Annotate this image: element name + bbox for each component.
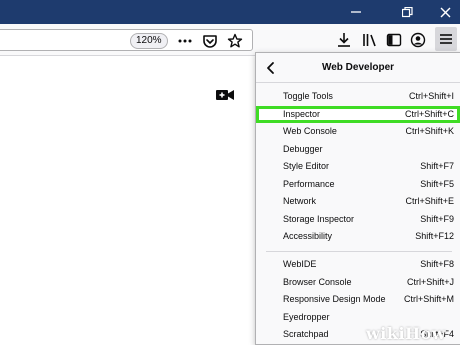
menu-item-label: Inspector bbox=[283, 108, 321, 119]
menu-item-label: Style Editor bbox=[283, 161, 330, 171]
menu-item-label: Network bbox=[283, 196, 317, 206]
menu-header: Web Developer bbox=[256, 53, 460, 83]
menu-item-storage-inspector[interactable]: Storage Inspector Shift+F9 bbox=[256, 211, 460, 229]
menu-item-shortcut: Ctrl+Shift+K bbox=[405, 126, 454, 136]
library-icon[interactable] bbox=[362, 32, 378, 48]
menu-item-webide[interactable]: WebIDE Shift+F8 bbox=[256, 256, 460, 274]
menu-item-web-console[interactable]: Web Console Ctrl+Shift+K bbox=[256, 123, 460, 141]
zoom-level-badge[interactable]: 120% bbox=[130, 33, 168, 49]
menu-item-inspector[interactable]: Inspector Ctrl+Shift+C bbox=[256, 105, 460, 123]
wikihow-watermark: wikiHow bbox=[366, 324, 447, 343]
menu-item-style-editor[interactable]: Style Editor Shift+F7 bbox=[256, 158, 460, 176]
menu-item-shortcut: Shift+F12 bbox=[415, 231, 454, 241]
menu-item-performance[interactable]: Performance Shift+F5 bbox=[256, 176, 460, 194]
hamburger-menu-icon bbox=[438, 31, 454, 47]
menu-item-label: Accessibility bbox=[283, 231, 333, 241]
menu-item-shortcut: Ctrl+Shift+J bbox=[406, 276, 454, 287]
web-developer-menu: Web Developer Toggle Tools Ctrl+Shift+I … bbox=[255, 52, 460, 345]
menu-item-label: Responsive Design Mode bbox=[283, 294, 386, 304]
menu-item-accessibility[interactable]: Accessibility Shift+F12 bbox=[256, 228, 460, 246]
menu-item-shortcut: Ctrl+Shift+E bbox=[405, 196, 454, 206]
menu-item-label: Eyedropper bbox=[283, 311, 330, 322]
pocket-icon[interactable] bbox=[202, 33, 218, 49]
account-icon[interactable] bbox=[410, 32, 426, 48]
menu-item-network[interactable]: Network Ctrl+Shift+E bbox=[256, 193, 460, 211]
bookmark-star-icon[interactable] bbox=[227, 33, 243, 49]
menu-item-shortcut: Shift+F5 bbox=[420, 178, 454, 189]
menu-item-shortcut: Ctrl+Shift+C bbox=[404, 108, 454, 119]
menu-item-shortcut: Shift+F8 bbox=[420, 259, 454, 269]
menu-item-browser-console[interactable]: Browser Console Ctrl+Shift+J bbox=[256, 274, 460, 292]
menu-item-shortcut: Ctrl+Shift+I bbox=[408, 91, 454, 101]
minimize-window-icon[interactable] bbox=[341, 0, 371, 24]
menu-item-shortcut: Shift+F7 bbox=[420, 161, 454, 171]
downloads-icon[interactable] bbox=[336, 32, 352, 48]
menu-item-label: Storage Inspector bbox=[283, 213, 355, 224]
menu-item-shortcut: Ctrl+Shift+M bbox=[403, 294, 454, 304]
menu-item-debugger[interactable]: Debugger bbox=[256, 141, 460, 159]
menu-item-shortcut: Shift+F9 bbox=[420, 213, 454, 224]
video-call-icon[interactable] bbox=[216, 88, 234, 102]
restore-window-icon[interactable] bbox=[392, 0, 422, 24]
menu-item-label: Browser Console bbox=[283, 276, 352, 287]
sidebar-icon[interactable] bbox=[386, 32, 402, 48]
page-actions-icon[interactable] bbox=[177, 33, 193, 49]
window-titlebar bbox=[0, 0, 460, 24]
menu-item-label: WebIDE bbox=[283, 259, 317, 269]
menu-item-toggle-tools[interactable]: Toggle Tools Ctrl+Shift+I bbox=[256, 88, 460, 106]
menu-item-label: Toggle Tools bbox=[283, 91, 333, 101]
open-menu-button[interactable] bbox=[435, 27, 457, 51]
menu-item-label: Performance bbox=[283, 178, 335, 189]
menu-item-responsive-design-mode[interactable]: Responsive Design Mode Ctrl+Shift+M bbox=[256, 291, 460, 309]
menu-separator bbox=[266, 251, 452, 252]
close-window-icon[interactable] bbox=[430, 0, 460, 24]
address-bar[interactable]: 120% bbox=[0, 29, 253, 51]
menu-item-label: Debugger bbox=[283, 143, 323, 154]
menu-item-label: Scratchpad bbox=[283, 329, 329, 339]
menu-title: Web Developer bbox=[321, 62, 395, 73]
menu-item-label: Web Console bbox=[283, 126, 337, 136]
